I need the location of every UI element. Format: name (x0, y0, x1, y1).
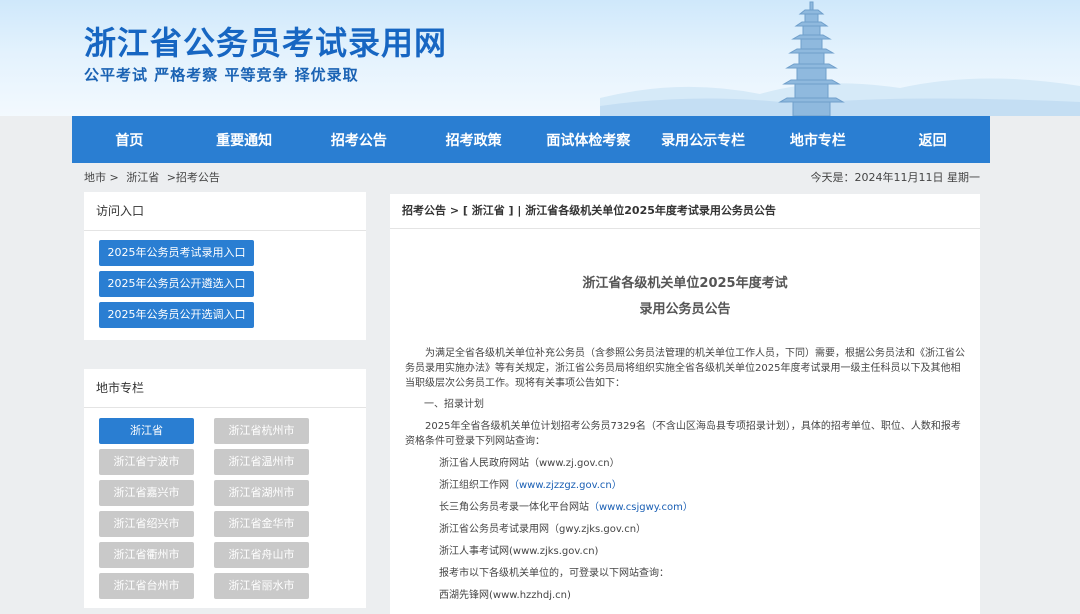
site-csjgwy-link[interactable]: （www.csjgwy.com） (589, 502, 693, 513)
site-csjgwy-name: 长三角公务员考录一体化平台网站 (439, 502, 589, 513)
article-title-line1: 浙江省各级机关单位2025年度考试 (582, 276, 788, 291)
selection-entry-button[interactable]: 2025年公务员公开遴选入口 (99, 271, 254, 297)
city-panel: 地市专栏 浙江省 浙江省杭州市 浙江省宁波市 浙江省温州市 浙江省嘉兴市 浙江省… (84, 369, 366, 608)
nav-recruitment-policy[interactable]: 招考政策 (416, 130, 531, 150)
city-wenzhou[interactable]: 浙江省温州市 (214, 449, 309, 475)
article-intro: 为满足全省各级机关单位补充公务员（含参照公务员法管理的机关单位工作人员，下同）需… (405, 348, 965, 389)
article-breadcrumb: 招考公告 > [ 浙江省 ] | 浙江省各级机关单位2025年度考试录用公务员公… (390, 194, 980, 229)
nav-important-notices[interactable]: 重要通知 (187, 130, 302, 150)
site-title: 浙江省公务员考试录用网 (84, 24, 448, 62)
nav-recruitment-announcements[interactable]: 招考公告 (302, 130, 417, 150)
section-recruitment-plan: 一、招录计划 (424, 399, 484, 410)
access-panel: 访问入口 2025年公务员考试录用入口 2025年公务员公开遴选入口 2025年… (84, 192, 366, 340)
site-zj-gov: 浙江省人民政府网站（www.zj.gov.cn） (439, 456, 620, 471)
site-gwy-zjks-url: （gwy.zjks.gov.cn） (549, 524, 647, 535)
nav-hiring-publicity[interactable]: 录用公示专栏 (646, 130, 761, 150)
city-lishui[interactable]: 浙江省丽水市 (214, 573, 309, 599)
site-hzzhdj: 西湖先锋网(www.hzzhdj.cn) (439, 590, 571, 601)
city-jinhua[interactable]: 浙江省金华市 (214, 511, 309, 537)
site-zj-gov-name: 浙江省人民政府网站 (439, 458, 529, 469)
city-hangzhou[interactable]: 浙江省杭州市 (214, 418, 309, 444)
city-zhoushan[interactable]: 浙江省舟山市 (214, 542, 309, 568)
city-huzhou[interactable]: 浙江省湖州市 (214, 480, 309, 506)
city-query-note: 报考市以下各级机关单位的，可登录以下网站查询： (439, 568, 669, 579)
breadcrumb-province[interactable]: 浙江省 (126, 171, 159, 184)
site-zjzzgz-link[interactable]: （www.zjzzgz.gov.cn） (509, 480, 622, 491)
city-quzhou[interactable]: 浙江省衢州市 (99, 542, 194, 568)
breadcrumb: 地市 > 浙江省 >招考公告 (84, 169, 224, 185)
nav-back[interactable]: 返回 (875, 130, 990, 150)
article-panel: 招考公告 > [ 浙江省 ] | 浙江省各级机关单位2025年度考试录用公务员公… (390, 194, 980, 614)
site-zjks-name: 浙江人事考试网 (439, 546, 509, 557)
site-header: 浙江省公务员考试录用网 公平考试 严格考察 平等竞争 择优录取 (0, 0, 1080, 116)
city-taizhou[interactable]: 浙江省台州市 (99, 573, 194, 599)
city-heading: 地市专栏 (84, 369, 366, 408)
city-ningbo[interactable]: 浙江省宁波市 (99, 449, 194, 475)
breadcrumb-announcements[interactable]: >招考公告 (167, 171, 220, 184)
nav-home[interactable]: 首页 (72, 130, 187, 150)
pagoda-icon (778, 1, 845, 116)
site-zj-gov-url: （www.zj.gov.cn） (529, 458, 620, 469)
site-zjzzgz-name: 浙江组织工作网 (439, 480, 509, 491)
nav-city-column[interactable]: 地市专栏 (761, 130, 876, 150)
access-heading: 访问入口 (84, 192, 366, 231)
site-slogan: 公平考试 严格考察 平等竞争 择优录取 (84, 66, 359, 84)
site-zjks: 浙江人事考试网(www.zjks.gov.cn) (439, 544, 598, 559)
site-zjks-url: (www.zjks.gov.cn) (509, 546, 599, 557)
current-date: 今天是：2024年11月11日 星期一 (810, 171, 980, 184)
nav-interview-inspection[interactable]: 面试体检考察 (531, 130, 646, 150)
article-title-line2: 录用公务员公告 (639, 302, 731, 317)
transfer-entry-button[interactable]: 2025年公务员公开选调入口 (99, 302, 254, 328)
exam-entry-button[interactable]: 2025年公务员考试录用入口 (99, 240, 254, 266)
site-zjzzgz: 浙江组织工作网（www.zjzzgz.gov.cn） (439, 478, 622, 493)
city-jiaxing[interactable]: 浙江省嘉兴市 (99, 480, 194, 506)
site-gwy-zjks: 浙江省公务员考试录用网（gwy.zjks.gov.cn） (439, 522, 646, 537)
site-csjgwy: 长三角公务员考录一体化平台网站（www.csjgwy.com） (439, 500, 693, 515)
site-gwy-zjks-name: 浙江省公务员考试录用网 (439, 524, 549, 535)
city-shaoxing[interactable]: 浙江省绍兴市 (99, 511, 194, 537)
city-zhejiang[interactable]: 浙江省 (99, 418, 194, 444)
main-nav: 首页 重要通知 招考公告 招考政策 面试体检考察 录用公示专栏 地市专栏 返回 (72, 116, 990, 163)
recruitment-plan-text: 2025年全省各级机关单位计划招考公务员7329名（不含山区海岛县专项招录计划）… (405, 421, 961, 447)
breadcrumb-city[interactable]: 地市 > (84, 171, 119, 184)
